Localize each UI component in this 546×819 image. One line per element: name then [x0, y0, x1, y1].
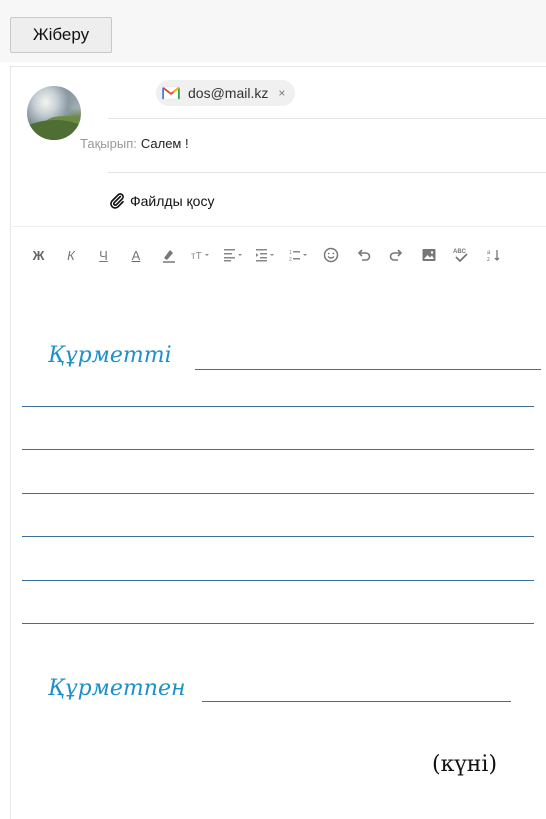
- attach-file-label: Файлды қосу: [130, 193, 215, 209]
- paperclip-icon: [110, 193, 124, 209]
- body-fill-line: [22, 536, 534, 537]
- attach-file-button[interactable]: Файлды қосу: [108, 192, 214, 210]
- send-button[interactable]: Жіберу: [10, 17, 112, 53]
- remove-recipient-icon[interactable]: ×: [278, 86, 285, 100]
- closing-text: Құрметпен: [48, 676, 186, 701]
- align-icon[interactable]: [221, 243, 246, 267]
- avatar[interactable]: [27, 86, 81, 140]
- numbered-list-icon[interactable]: 12: [286, 243, 311, 267]
- subject-field[interactable]: Тақырып: Салем !: [80, 136, 189, 151]
- spellcheck-icon[interactable]: ABC: [449, 243, 474, 267]
- greeting-fill-line: [195, 369, 541, 370]
- svg-text:2: 2: [289, 257, 292, 262]
- sort-icon[interactable]: az: [481, 243, 506, 267]
- to-field-divider: [108, 118, 546, 119]
- svg-text:ABC: ABC: [453, 249, 467, 255]
- text-color-button[interactable]: A: [124, 243, 149, 267]
- undo-icon[interactable]: [351, 243, 376, 267]
- gmail-icon: [162, 86, 180, 100]
- svg-text:тТ: тТ: [191, 251, 202, 262]
- greeting-text: Құрметті: [48, 343, 172, 368]
- underline-button[interactable]: Ч: [91, 243, 116, 267]
- body-fill-line: [22, 580, 534, 581]
- recipient-chip[interactable]: dos@mail.kz ×: [156, 80, 296, 106]
- body-fill-line: [22, 406, 534, 407]
- body-fill-line: [22, 449, 534, 450]
- insert-image-icon[interactable]: [416, 243, 441, 267]
- svg-text:a: a: [487, 250, 491, 256]
- highlight-icon[interactable]: [156, 243, 181, 267]
- compose-panel: [10, 66, 546, 819]
- subject-label: Тақырып:: [80, 136, 137, 151]
- svg-text:1: 1: [289, 250, 292, 256]
- subject-value[interactable]: Салем !: [141, 136, 189, 151]
- body-fill-line: [22, 623, 534, 624]
- indent-icon[interactable]: [254, 243, 279, 267]
- emoji-icon[interactable]: [319, 243, 344, 267]
- font-size-icon[interactable]: тТ: [189, 243, 214, 267]
- avatar-hill-front: [27, 120, 81, 140]
- recipient-email: dos@mail.kz: [188, 85, 269, 101]
- date-placeholder: (күні): [432, 752, 498, 777]
- redo-icon[interactable]: [384, 243, 409, 267]
- toolbar-divider: [10, 226, 546, 227]
- italic-button[interactable]: К: [59, 243, 84, 267]
- closing-fill-line: [202, 701, 511, 702]
- subject-divider: [108, 172, 546, 173]
- bold-button[interactable]: Ж: [26, 243, 51, 267]
- format-toolbar: Ж К Ч A тТ 12 ABC az: [26, 243, 514, 267]
- svg-text:z: z: [487, 257, 490, 263]
- body-fill-line: [22, 493, 534, 494]
- top-action-bar: Жіберу: [0, 0, 546, 62]
